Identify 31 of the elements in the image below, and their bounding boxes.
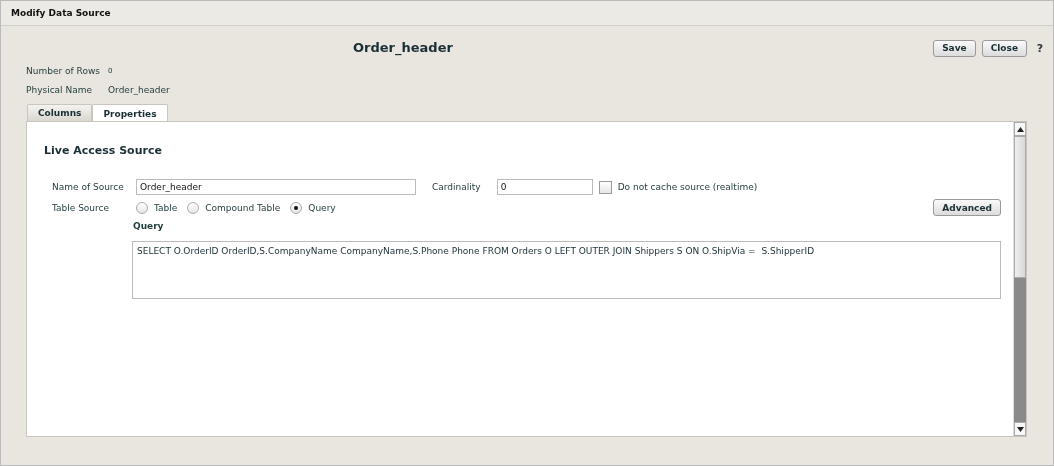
close-button[interactable]: Close xyxy=(981,39,1027,57)
radio-label: Query xyxy=(308,202,336,213)
radio-button[interactable] xyxy=(290,201,303,214)
info-label: Number of Rows xyxy=(26,66,101,76)
advanced-button[interactable]: Advanced xyxy=(933,199,1001,216)
radio-label: Table xyxy=(154,202,178,213)
tab[interactable]: Properties xyxy=(92,104,168,122)
scroll-down-icon[interactable] xyxy=(1014,422,1026,436)
info-value: Order_header xyxy=(108,85,170,95)
scrollbar[interactable] xyxy=(1013,122,1026,436)
query-label: Query xyxy=(133,221,165,233)
source-title: Order_header xyxy=(353,40,453,55)
checkbox-label: Do not cache source (realtime) xyxy=(617,182,758,192)
checkbox[interactable] xyxy=(598,180,612,194)
section-title: Live Access Source xyxy=(44,144,163,159)
field-label: Name of Source xyxy=(52,182,125,192)
cardinality-field[interactable]: 0 xyxy=(496,179,593,195)
name-field[interactable]: Order_header xyxy=(136,179,416,195)
scroll-thumb[interactable] xyxy=(1014,136,1026,278)
radio-button[interactable] xyxy=(136,201,148,214)
field-label: Table Source xyxy=(52,202,111,213)
radio-button[interactable] xyxy=(187,201,200,214)
radio-label: Compound Table xyxy=(205,202,281,213)
info-label: Physical Name xyxy=(26,85,94,95)
window-title: Modify Data Source xyxy=(11,8,111,18)
scroll-up-icon[interactable] xyxy=(1014,122,1026,136)
field-label: Cardinality xyxy=(432,182,481,192)
query-field[interactable]: SELECT O.OrderID OrderID,S.CompanyName CompanyName,S.Phone Phone FROM Orders O LEFT OUTER JOIN Shippers S ON O.ShipVia = S.ShipperID xyxy=(132,241,1001,299)
save-button[interactable]: Save xyxy=(933,39,976,57)
tab[interactable]: Columns xyxy=(27,104,93,121)
help-icon[interactable]: ? xyxy=(1033,41,1047,55)
